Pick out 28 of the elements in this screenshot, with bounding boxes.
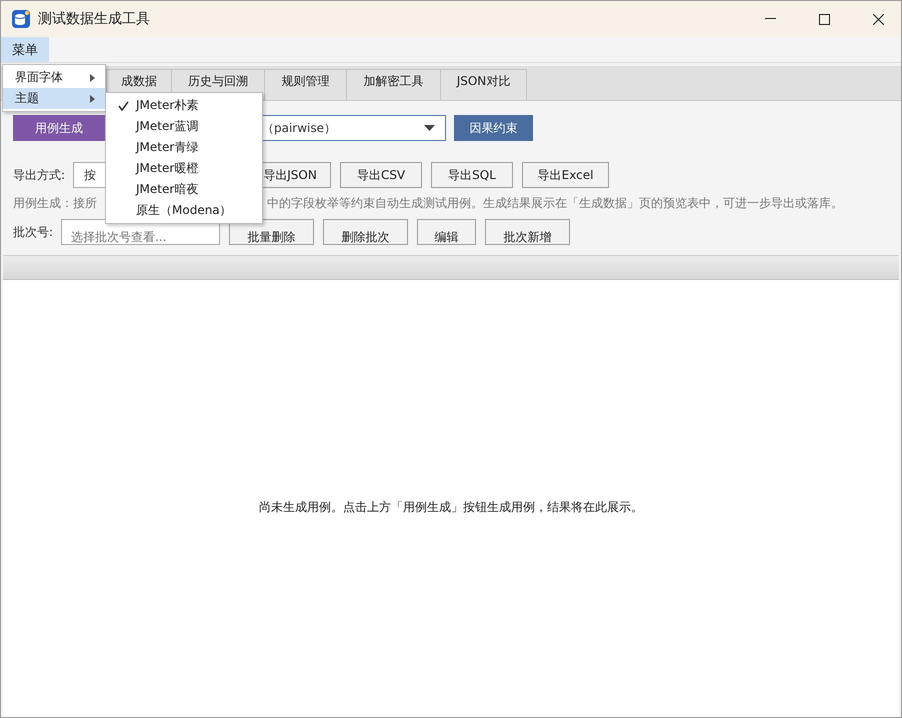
- window-title: 测试数据生成工具: [38, 10, 151, 28]
- theme-menu-item[interactable]: 原生（Modena）: [106, 200, 262, 221]
- empty-message: 尚未生成用例。点击上方「用例生成」按钮生成用例，结果将在此展示。: [259, 499, 643, 516]
- submenu-arrow-icon: [90, 74, 95, 82]
- submenu-arrow-icon: [90, 94, 95, 102]
- generate-cases-button[interactable]: 用例生成: [13, 115, 105, 141]
- export-button[interactable]: 导出SQL: [431, 162, 514, 188]
- export-button[interactable]: 导出CSV: [340, 162, 422, 188]
- minimize-icon: [764, 18, 776, 20]
- description-text: 中的字段枚举等约束自动生成测试用例。生成结果展示在「生成数据」页的预览表中，可进一步导出或落库。: [267, 195, 843, 212]
- constraint-button[interactable]: 因果约束: [454, 115, 533, 141]
- menu-item[interactable]: 主题: [3, 88, 105, 109]
- menu-item[interactable]: 界面字体: [3, 67, 105, 88]
- export-mode-label: 导出方式:: [13, 166, 66, 184]
- export-button[interactable]: 导出Excel: [522, 162, 610, 188]
- description-text: 用例生成：接所: [13, 195, 97, 212]
- batch-action-button[interactable]: 批量删除: [229, 219, 314, 245]
- database-app-icon: [12, 10, 30, 28]
- maximize-icon: [818, 14, 830, 24]
- batch-action-button[interactable]: 批次新增: [485, 219, 570, 245]
- close-icon: [872, 14, 884, 24]
- check-icon: [118, 100, 129, 110]
- menu-bar-item[interactable]: 菜单: [1, 37, 49, 62]
- batch-label: 批次号:: [13, 224, 54, 240]
- tab[interactable]: JSON对比: [440, 69, 527, 100]
- batch-action-button[interactable]: 编辑: [417, 219, 476, 245]
- batch-action-button[interactable]: 删除批次: [323, 219, 408, 245]
- dropdown-caret-icon: [424, 125, 435, 131]
